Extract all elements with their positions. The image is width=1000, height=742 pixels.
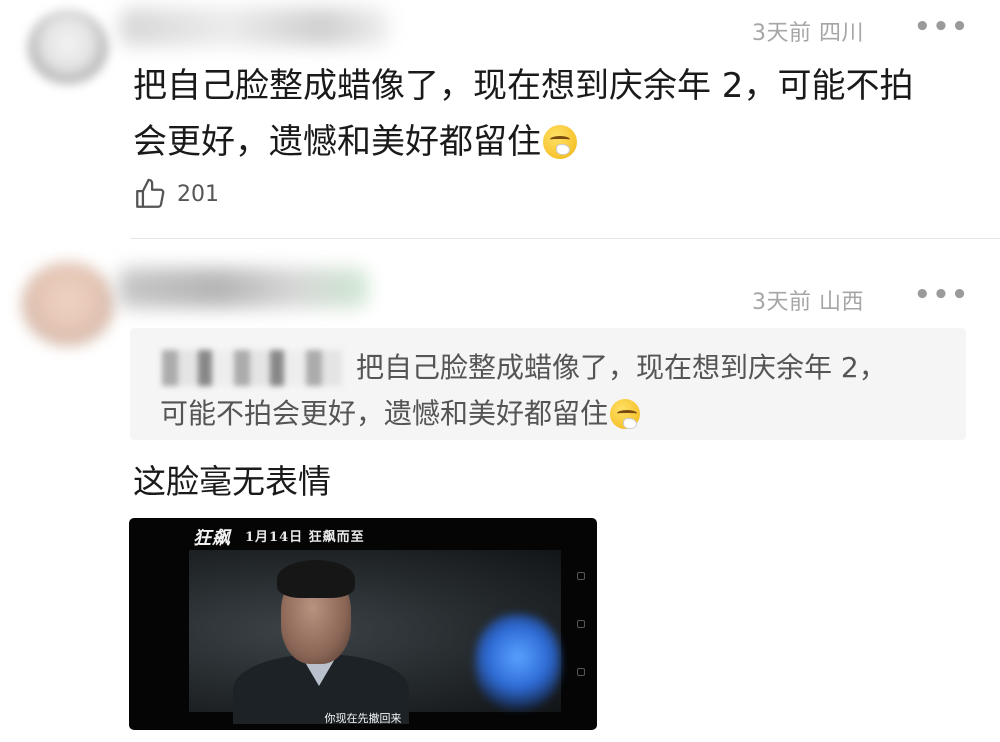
sneezing-face-emoji-icon: [543, 125, 577, 159]
phone-button-icon: [577, 572, 585, 580]
quoted-text-line-part: 可能不拍会更好，遗憾和美好都留住: [160, 397, 609, 430]
quoted-text: 把自己脸整成蜡像了，现在想到庆余年 2， 可能不拍会更好，遗憾和美好都留住: [160, 345, 950, 437]
quoted-text-line: 可能不拍会更好，遗憾和美好都留住: [160, 391, 950, 437]
comment-text: 把自己脸整成蜡像了，现在想到庆余年 2，可能不拍 会更好，遗憾和美好都留住: [133, 58, 963, 170]
avatar[interactable]: [28, 10, 108, 84]
comment-text-line-part: 会更好，遗憾和美好都留住: [133, 122, 541, 162]
more-options-button[interactable]: •••: [914, 12, 970, 42]
comment-meta: 3天前 四川: [752, 21, 864, 46]
phone-button-icon: [577, 620, 585, 628]
video-subtitle: 你现在先撤回来: [324, 712, 402, 725]
quoted-text-line: 把自己脸整成蜡像了，现在想到庆余年 2，: [160, 345, 950, 391]
like-count: 201: [177, 181, 219, 207]
more-options-button[interactable]: •••: [914, 280, 970, 310]
video-release-text: 1月14日 狂飙而至: [245, 530, 365, 545]
comment-text-line: 会更好，遗憾和美好都留住: [133, 114, 963, 170]
thumbs-up-icon: [136, 178, 165, 208]
video-title-logo: 狂飙: [193, 528, 231, 549]
video-thumbnail[interactable]: 狂飙 1月14日 狂飙而至 你现在先撤回来: [129, 518, 597, 730]
comment-meta: 3天前 山西: [752, 290, 864, 315]
username-blurred[interactable]: [118, 268, 368, 308]
like-button[interactable]: 201: [133, 174, 219, 214]
comment-text: 这脸毫无表情: [133, 462, 331, 501]
blue-light: [475, 614, 561, 710]
comment-thread: 3天前 四川 ••• 把自己脸整成蜡像了，现在想到庆余年 2，可能不拍 会更好，…: [0, 0, 1000, 742]
video-frame: [189, 550, 561, 724]
phone-button-icon: [577, 668, 585, 676]
person-hair: [277, 560, 355, 598]
username-blurred[interactable]: [120, 8, 390, 46]
quoted-text-line-part: 把自己脸整成蜡像了，现在想到庆余年 2，: [356, 351, 887, 384]
sneezing-face-emoji-icon: [610, 399, 641, 429]
divider: [130, 238, 1000, 239]
avatar[interactable]: [22, 262, 114, 346]
comment-text-line: 把自己脸整成蜡像了，现在想到庆余年 2，可能不拍: [133, 66, 914, 106]
